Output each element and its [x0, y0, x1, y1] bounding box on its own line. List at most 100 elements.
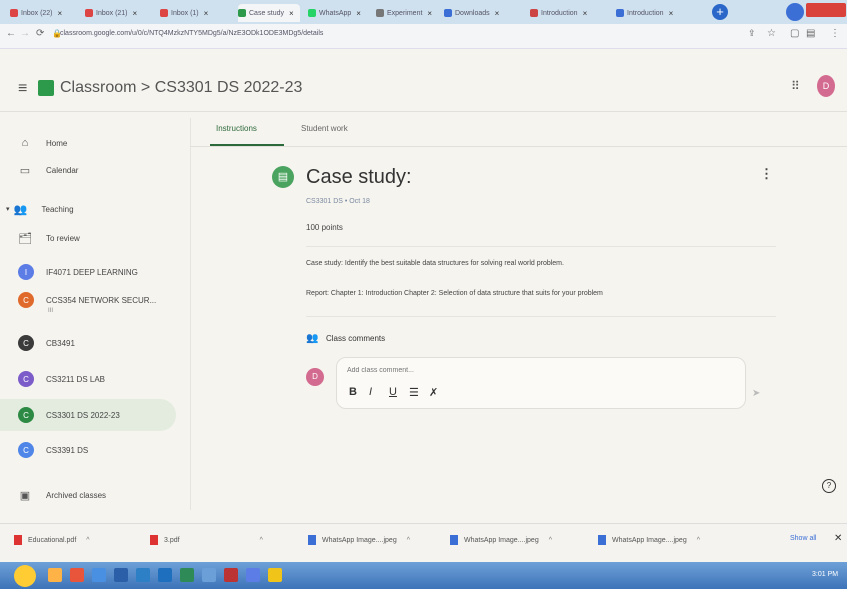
extension-icon[interactable]: ▤	[806, 28, 815, 39]
close-tab-icon[interactable]: ×	[427, 9, 432, 18]
italic-button[interactable]: I	[369, 386, 372, 398]
taskbar-app-icon[interactable]	[268, 568, 282, 582]
comment-input[interactable]	[345, 366, 609, 375]
bold-button[interactable]: B	[349, 386, 357, 398]
taskbar-clock: 3:01 PM	[812, 571, 839, 578]
sidebar-course-active[interactable]: C CS3301 DS 2022-23	[18, 405, 120, 425]
close-tab-icon[interactable]: ×	[133, 9, 138, 18]
taskbar-app-icon[interactable]	[48, 568, 62, 582]
browser-tab[interactable]: Inbox (1) ×	[160, 4, 230, 22]
reload-icon[interactable]: ⟳	[36, 28, 44, 39]
sidebar-course[interactable]: C CS3391 DS	[18, 440, 88, 460]
share-icon[interactable]: ⇪	[748, 28, 756, 39]
tab-student-work[interactable]: Student work	[301, 124, 348, 133]
chevron-up-icon[interactable]: ^	[407, 537, 410, 544]
browser-tab[interactable]: Experiment ×	[376, 4, 438, 22]
taskbar-app-icon[interactable]	[158, 568, 172, 582]
sidebar-course[interactable]: C CB3491	[18, 333, 75, 353]
sidebar-item-calendar[interactable]: ▭ Calendar	[18, 160, 79, 180]
chevron-up-icon[interactable]: ^	[260, 537, 263, 544]
comment-box: B I U ☰ ✗	[336, 357, 746, 409]
sidebar-course[interactable]: C CCS354 NETWORK SECUR...	[18, 290, 156, 310]
image-file-icon	[450, 535, 458, 545]
sidebar-course[interactable]: I IF4071 DEEP LEARNING	[18, 262, 138, 282]
download-item[interactable]: WhatsApp Image....jpeg ^	[450, 535, 552, 545]
breadcrumb-course[interactable]: CS3301 DS 2022-23	[155, 79, 303, 96]
clear-formatting-button[interactable]: ✗	[429, 386, 438, 399]
tabs-divider	[190, 146, 847, 147]
underline-button[interactable]: U	[389, 386, 397, 398]
close-downloads-icon[interactable]: ✕	[834, 533, 842, 544]
close-tab-icon[interactable]: ×	[583, 9, 588, 18]
sidebar-item-teaching[interactable]: ▾ 👥 Teaching	[6, 199, 74, 219]
pdf-file-icon	[150, 535, 158, 545]
browser-tab[interactable]: Introduction ×	[530, 4, 610, 22]
chevron-up-icon[interactable]: ^	[86, 537, 89, 544]
close-tab-icon[interactable]: ×	[669, 9, 674, 18]
browser-tab[interactable]: Downloads ×	[444, 4, 524, 22]
gmail-icon	[85, 9, 93, 17]
url-field[interactable]: classroom.google.com/u/0/c/NTQ4MzkzNTY5M…	[60, 30, 323, 37]
start-button[interactable]	[14, 565, 36, 587]
download-item[interactable]: 3.pdf ^	[150, 535, 263, 545]
show-all-downloads-button[interactable]: Show all	[790, 535, 816, 542]
taskbar-app-icon[interactable]	[136, 568, 150, 582]
sidebar-item-home[interactable]: ⌂ Home	[18, 133, 68, 153]
close-tab-icon[interactable]: ×	[495, 9, 500, 18]
tab-instructions[interactable]: Instructions	[216, 124, 257, 133]
breadcrumb-separator-icon: >	[140, 79, 151, 96]
sidebar-item-archived[interactable]: ▣ Archived classes	[18, 485, 106, 505]
download-item[interactable]: WhatsApp Image....jpeg ^	[308, 535, 410, 545]
sidepanel-icon[interactable]: ▢	[790, 28, 799, 39]
bookmark-star-icon[interactable]: ☆	[767, 28, 776, 39]
browser-tab[interactable]: Inbox (22) ×	[10, 4, 80, 22]
course-avatar: C	[18, 407, 34, 423]
chevron-up-icon[interactable]: ^	[549, 537, 552, 544]
google-apps-icon[interactable]: ⠿	[791, 79, 800, 93]
taskbar-app-icon[interactable]	[224, 568, 238, 582]
download-item[interactable]: Educational.pdf ^	[14, 535, 90, 545]
class-comments-label: Class comments	[326, 334, 386, 343]
browser-tab-active[interactable]: Case study ×	[238, 4, 300, 22]
close-tab-icon[interactable]: ×	[204, 9, 209, 18]
browser-tab[interactable]: Inbox (21) ×	[85, 4, 155, 22]
taskbar-app-icon[interactable]	[202, 568, 216, 582]
taskbar-app-icon[interactable]	[70, 568, 84, 582]
browser-profile-icon[interactable]	[786, 3, 804, 21]
help-icon[interactable]: ?	[822, 479, 836, 493]
assignment-description: Case study: Identify the best suitable d…	[306, 260, 564, 267]
review-folder-icon: 🗂	[18, 232, 32, 245]
divider	[306, 246, 776, 247]
browser-menu-icon[interactable]: ⋮	[830, 28, 840, 39]
close-tab-icon[interactable]: ×	[356, 9, 361, 18]
taskbar-chrome-icon[interactable]	[92, 568, 106, 582]
course-avatar: C	[18, 335, 34, 351]
browser-tab[interactable]: Introduction ×	[616, 4, 702, 22]
close-tab-icon[interactable]: ×	[289, 9, 294, 18]
chevron-up-icon[interactable]: ^	[697, 537, 700, 544]
hamburger-menu-icon[interactable]: ≡	[18, 80, 27, 98]
people-icon: 👥	[13, 203, 28, 216]
taskbar-app-icon[interactable]	[114, 568, 128, 582]
account-avatar[interactable]: D	[817, 75, 835, 97]
page-icon	[376, 9, 384, 17]
class-comments-icon: 👥	[306, 333, 319, 344]
breadcrumb-app[interactable]: Classroom	[60, 79, 136, 96]
window-controls[interactable]	[806, 3, 846, 17]
sidebar-course[interactable]: C CS3211 DS LAB	[18, 369, 105, 389]
new-tab-button[interactable]: +	[712, 4, 728, 20]
download-item[interactable]: WhatsApp Image....jpeg ^	[598, 535, 700, 545]
taskbar-app-icon[interactable]	[246, 568, 260, 582]
bulleted-list-button[interactable]: ☰	[409, 386, 419, 399]
more-options-icon[interactable]: ⋮	[760, 166, 773, 182]
assignment-title: Case study:	[306, 166, 412, 188]
close-tab-icon[interactable]: ×	[58, 9, 63, 18]
taskbar-app-icon[interactable]	[180, 568, 194, 582]
back-icon[interactable]: ←	[6, 28, 16, 39]
sidebar-item-to-review[interactable]: 🗂 To review	[18, 228, 80, 248]
browser-tab[interactable]: WhatsApp ×	[308, 4, 370, 22]
whatsapp-icon	[308, 9, 316, 17]
forward-icon[interactable]: →	[20, 28, 30, 39]
course-subtitle: III	[48, 308, 54, 314]
send-icon[interactable]: ➤	[752, 388, 760, 399]
